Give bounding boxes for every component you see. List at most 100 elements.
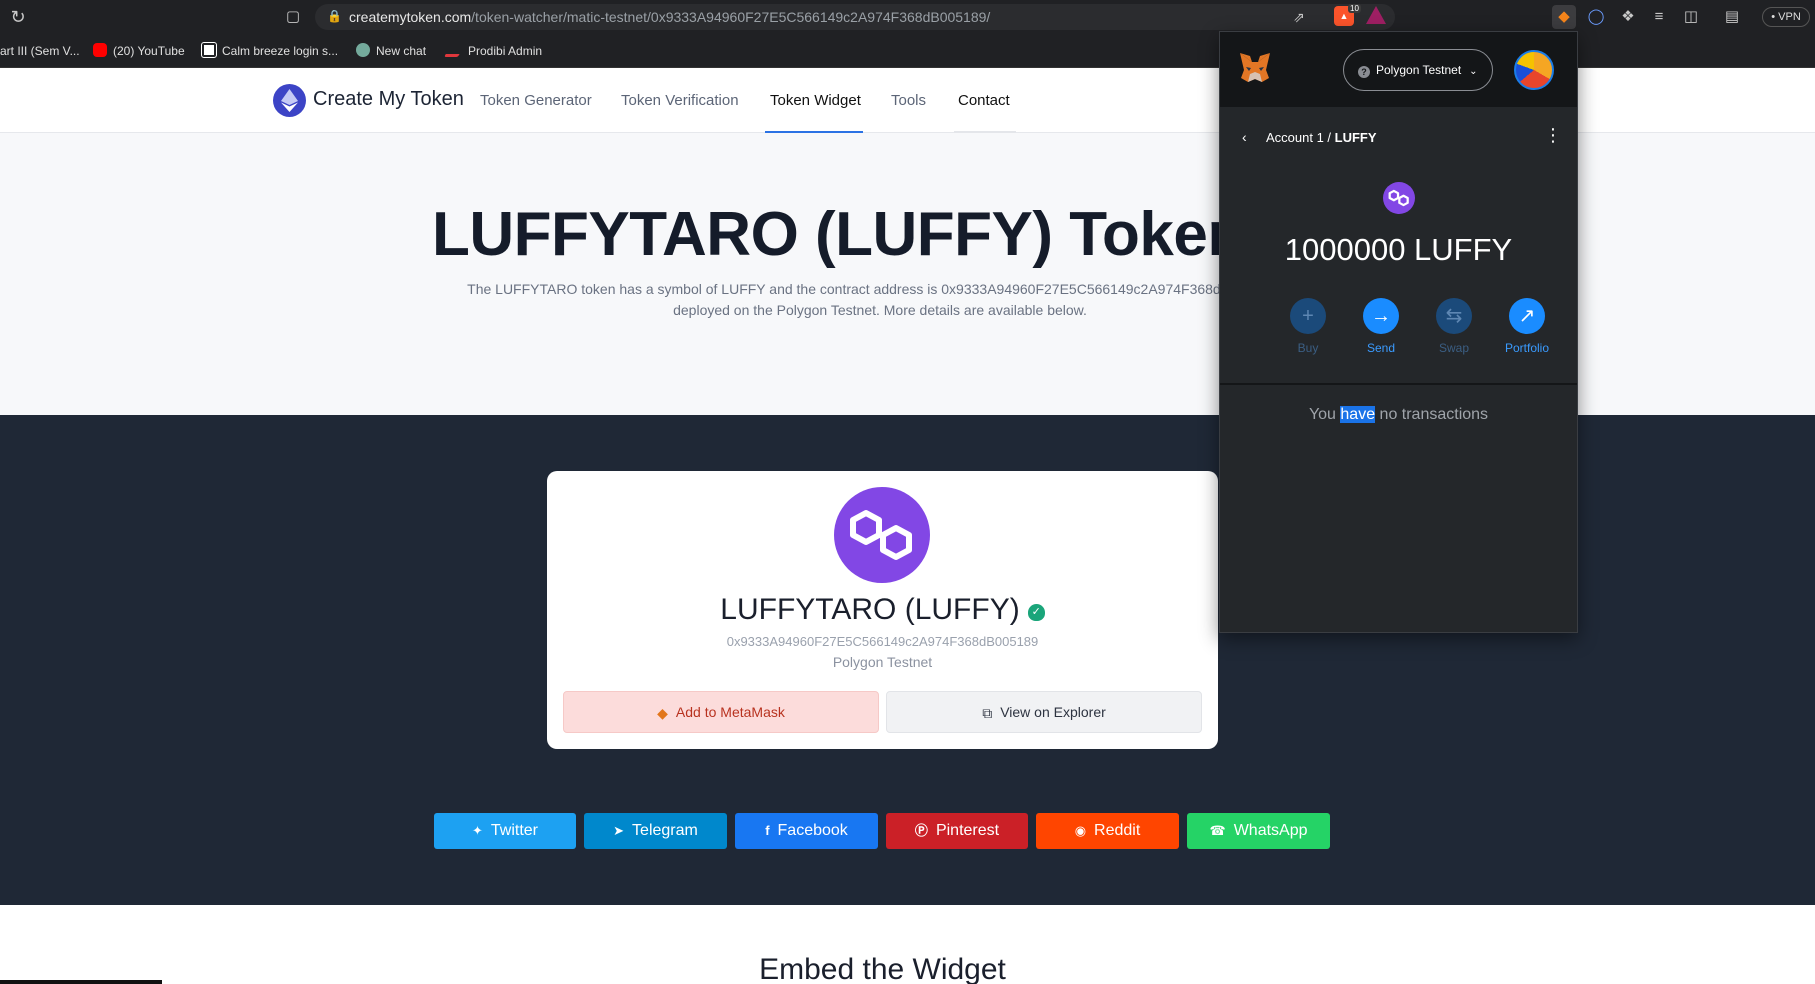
swap-arrows-icon: ⇆ — [1436, 298, 1472, 334]
nav-tools[interactable]: Tools — [891, 92, 926, 109]
nav-token-widget[interactable]: Token Widget — [770, 92, 861, 109]
embed-title: Embed the Widget — [759, 953, 1006, 984]
action-label: Portfolio — [1504, 341, 1550, 355]
bookmark-icon[interactable]: ▢ — [284, 7, 302, 27]
page-title: LUFFYTARO (LUFFY) Token De — [432, 200, 1340, 269]
sidebar-icon[interactable]: ◫ — [1679, 5, 1703, 29]
token-symbol: LUFFY — [1334, 130, 1377, 145]
share-icon[interactable]: ⇗ — [1293, 9, 1311, 27]
telegram-icon: ➤ — [613, 823, 625, 838]
url-domain: createmytoken.com — [349, 9, 472, 25]
scroll-bar-indicator — [0, 980, 162, 984]
metamask-extension-icon[interactable]: ◆ — [1552, 5, 1576, 29]
account-breadcrumb: Account 1 / LUFFY — [1266, 130, 1377, 145]
portfolio-action[interactable]: ↗ Portfolio — [1496, 298, 1558, 355]
chatgpt-icon — [356, 43, 370, 57]
question-icon: ? — [1358, 66, 1370, 78]
metamask-popup: ? Polygon Testnet ⌄ ‹ Account 1 / LUFFY ⋮ … — [1219, 31, 1578, 633]
bookmark-item[interactable]: New chat — [356, 42, 426, 60]
vpn-button[interactable]: • VPN — [1762, 7, 1810, 27]
facebook-icon: f — [765, 823, 770, 838]
send-action[interactable]: → Send — [1350, 298, 1412, 355]
buy-action[interactable]: + Buy — [1277, 298, 1339, 355]
brave-shield-count: 10 — [1348, 4, 1361, 13]
polygon-token-icon — [1383, 182, 1415, 214]
back-chevron-icon[interactable]: ‹ — [1242, 129, 1247, 145]
share-facebook-button[interactable]: f Facebook — [735, 813, 878, 849]
share-twitter-button[interactable]: ✦ Twitter — [434, 813, 576, 849]
nav-token-verification[interactable]: Token Verification — [621, 92, 739, 109]
action-label: Send — [1366, 341, 1396, 355]
brave-rewards-icon[interactable] — [1366, 6, 1386, 24]
share-whatsapp-button[interactable]: ☎ WhatsApp — [1187, 813, 1330, 849]
network-selector[interactable]: ? Polygon Testnet ⌄ — [1343, 49, 1493, 91]
nav-token-generator[interactable]: Token Generator — [480, 92, 592, 109]
url-text[interactable]: createmytoken.com/token-watcher/matic-te… — [349, 9, 990, 25]
bookmark-label: (20) YouTube — [113, 44, 185, 58]
add-to-metamask-label: Add to MetaMask — [675, 704, 785, 720]
reading-list-icon[interactable]: ≡ — [1647, 5, 1671, 29]
embed-section: Embed the Widget — [0, 905, 1815, 984]
wallet-icon[interactable]: ▤ — [1720, 5, 1744, 29]
reload-icon[interactable]: ↻ — [8, 7, 28, 27]
token-name: LUFFYTARO (LUFFY) ✓ — [547, 593, 1218, 627]
reddit-icon: ◉ — [1074, 823, 1087, 838]
account-name: Account 1 / — [1266, 130, 1335, 145]
metamask-fox-icon[interactable] — [1238, 52, 1272, 84]
youtube-icon — [93, 43, 107, 57]
bookmark-label: art III (Sem V... — [0, 44, 80, 58]
action-label: Buy — [1297, 341, 1319, 355]
share-reddit-button[interactable]: ◉ Reddit — [1036, 813, 1179, 849]
network-label: Polygon Testnet — [1376, 63, 1462, 77]
chevron-down-icon: ⌄ — [1469, 66, 1478, 77]
site-brand[interactable]: Create My Token — [313, 88, 464, 111]
bookmark-label: Prodibi Admin — [468, 44, 543, 58]
bookmark-item[interactable]: Calm breeze login s... — [201, 42, 339, 60]
url-path: /token-watcher/matic-testnet/0x9333A9496… — [471, 9, 991, 25]
more-options-icon[interactable]: ⋮ — [1544, 126, 1562, 144]
plus-icon: + — [1290, 298, 1326, 334]
browser-toolbar: ↻ ▢ 🔒 createmytoken.com/token-watcher/ma… — [0, 0, 1815, 34]
drop-extension-icon[interactable]: ◯ — [1584, 5, 1608, 29]
no-transactions-message: You have no transactions — [1220, 406, 1577, 424]
token-balance: 1000000 LUFFY — [1284, 232, 1513, 267]
share-label: Telegram — [632, 822, 698, 839]
polygon-logo-icon — [834, 487, 930, 583]
bookmark-item[interactable]: art III (Sem V... — [0, 42, 80, 60]
puzzle-extensions-icon[interactable]: ❖ — [1616, 5, 1640, 29]
share-telegram-button[interactable]: ➤ Telegram — [584, 813, 727, 849]
add-to-metamask-button[interactable]: ◆ Add to MetaMask — [563, 691, 879, 733]
twitter-icon: ✦ — [471, 823, 483, 838]
token-widget-card: LUFFYTARO (LUFFY) ✓ 0x9333A94960F27E5C566… — [547, 471, 1218, 749]
bookmark-item[interactable]: Prodibi Admin — [443, 42, 543, 60]
view-on-explorer-label: View on Explorer — [1000, 704, 1106, 720]
ethereum-logo-icon[interactable] — [273, 84, 306, 117]
address-bar[interactable]: 🔒 createmytoken.com/token-watcher/matic-… — [315, 4, 1395, 30]
account-avatar[interactable] — [1514, 50, 1554, 90]
lock-icon: 🔒 — [327, 9, 342, 23]
share-label: Facebook — [777, 822, 848, 839]
nav-contact[interactable]: Contact — [958, 92, 1010, 109]
whatsapp-icon: ☎ — [1209, 823, 1226, 838]
no-tx-text: You — [1308, 406, 1341, 423]
token-name-text: LUFFYTARO (LUFFY) — [720, 593, 1020, 626]
bookmark-item[interactable]: (20) YouTube — [93, 42, 185, 60]
share-label: Reddit — [1094, 822, 1141, 839]
no-tx-text: no transactions — [1375, 406, 1489, 423]
token-address: 0x9333A94960F27E5C566149c2A974F368dB0051… — [726, 634, 1039, 649]
verified-shield-icon: ✓ — [1027, 604, 1045, 621]
openai-icon — [201, 42, 217, 58]
prodibi-icon — [443, 43, 467, 57]
metamask-header: ? Polygon Testnet ⌄ — [1220, 32, 1577, 107]
bookmark-label: Calm breeze login s... — [222, 44, 339, 58]
external-window-icon: ⧉ — [982, 705, 993, 721]
bookmark-label: New chat — [376, 44, 427, 58]
metamask-fox-icon: ◆ — [657, 705, 668, 721]
chart-line-icon: ↗ — [1509, 298, 1545, 334]
selected-text: have — [1340, 406, 1376, 423]
share-label: Pinterest — [935, 822, 1000, 839]
view-on-explorer-button[interactable]: ⧉ View on Explorer — [886, 691, 1202, 733]
share-pinterest-button[interactable]: Ⓟ Pinterest — [886, 813, 1028, 849]
action-label: Swap — [1438, 341, 1470, 355]
swap-action[interactable]: ⇆ Swap — [1423, 298, 1485, 355]
